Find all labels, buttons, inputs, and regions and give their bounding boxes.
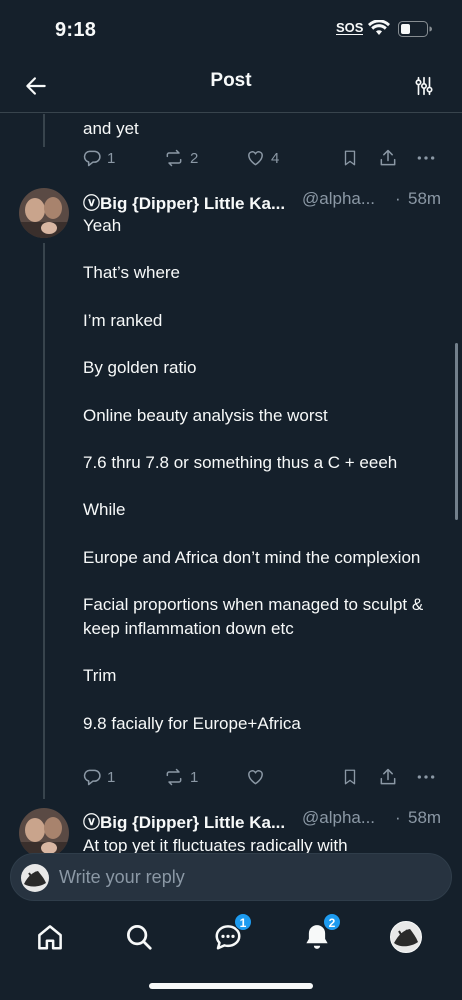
like-button[interactable]: 4: [245, 146, 279, 170]
previous-tweet-actions: 1 2 4: [82, 146, 442, 170]
tweet-header: ⓥBig {Dipper} Little Ka... @alpha... · 5…: [83, 189, 445, 213]
thread-connector: [43, 114, 45, 147]
time-separator: ·: [395, 189, 401, 208]
page-title: Post: [210, 70, 252, 91]
bookmark-icon: [344, 769, 356, 785]
share-icon: [380, 768, 396, 785]
reply-icon: [83, 769, 101, 786]
home-indicator[interactable]: [149, 983, 313, 989]
user-handle[interactable]: @alpha...: [302, 189, 388, 209]
display-name[interactable]: ⓥBig {Dipper} Little Ka...: [83, 808, 296, 833]
like-count: 4: [271, 149, 280, 167]
time-separator: ·: [395, 808, 401, 827]
scrollbar[interactable]: [455, 343, 458, 520]
battery-icon: [398, 21, 432, 42]
more-icon: [417, 156, 435, 160]
my-avatar: [21, 864, 49, 892]
notifications-badge: 2: [323, 913, 341, 931]
repost-button[interactable]: 1: [163, 765, 198, 789]
avatar[interactable]: [19, 808, 69, 858]
tweet-time[interactable]: 58m: [408, 808, 441, 828]
nav-search[interactable]: [121, 919, 157, 955]
nav-profile[interactable]: [388, 919, 424, 955]
sliders-icon: [415, 76, 433, 96]
reply-button[interactable]: 1: [82, 765, 115, 789]
top-app-bar: Post: [0, 60, 462, 113]
more-icon: [417, 775, 435, 779]
more-button[interactable]: [415, 765, 437, 789]
reply-count: 1: [107, 768, 116, 786]
bookmark-button[interactable]: [341, 765, 359, 789]
sos-indicator: SOS: [336, 20, 364, 35]
post-screen: 9:18 SOS Post and yet 1 2 4 ⓥBig {Dipper…: [0, 0, 462, 1000]
nav-messages[interactable]: 1: [210, 913, 252, 955]
status-bar: 9:18 SOS: [0, 0, 462, 60]
status-time: 9:18: [55, 19, 97, 41]
display-name[interactable]: ⓥBig {Dipper} Little Ka...: [83, 189, 296, 214]
nav-home[interactable]: [32, 919, 68, 955]
repost-icon: [166, 149, 182, 167]
reply-input[interactable]: Write your reply: [59, 867, 185, 888]
home-icon: [38, 925, 62, 950]
repost-count: 2: [190, 149, 199, 167]
share-button[interactable]: [378, 765, 398, 789]
more-button[interactable]: [415, 146, 437, 170]
reply-icon: [83, 150, 101, 167]
tweet-time[interactable]: 58m: [408, 189, 441, 209]
reply-count: 1: [107, 149, 116, 167]
heart-icon: [248, 770, 263, 785]
tweet-header: ⓥBig {Dipper} Little Ka... @alpha... · 5…: [83, 808, 445, 832]
wifi-icon: [368, 19, 390, 41]
bookmark-icon: [344, 150, 356, 166]
share-icon: [380, 149, 396, 166]
profile-avatar-icon: [390, 921, 422, 953]
user-handle[interactable]: @alpha...: [302, 808, 388, 828]
tweet-text: Yeah That’s where I’m ranked By golden r…: [83, 216, 424, 733]
like-button[interactable]: [245, 765, 271, 789]
avatar[interactable]: [19, 188, 69, 238]
repost-icon: [166, 768, 182, 786]
reply-settings-button[interactable]: [408, 70, 440, 102]
repost-button[interactable]: 2: [163, 146, 198, 170]
messages-badge: 1: [234, 913, 252, 931]
heart-icon: [248, 151, 263, 166]
bookmark-button[interactable]: [341, 146, 359, 170]
share-button[interactable]: [378, 146, 398, 170]
previous-tweet-text: and yet: [83, 119, 139, 138]
reply-composer[interactable]: Write your reply: [10, 853, 452, 901]
search-icon: [127, 925, 152, 950]
reply-button[interactable]: 1: [82, 146, 115, 170]
repost-count: 1: [190, 768, 199, 786]
thread-connector: [43, 243, 45, 799]
nav-notifications[interactable]: 2: [299, 913, 341, 955]
tweet-actions: 1 1: [82, 765, 442, 789]
